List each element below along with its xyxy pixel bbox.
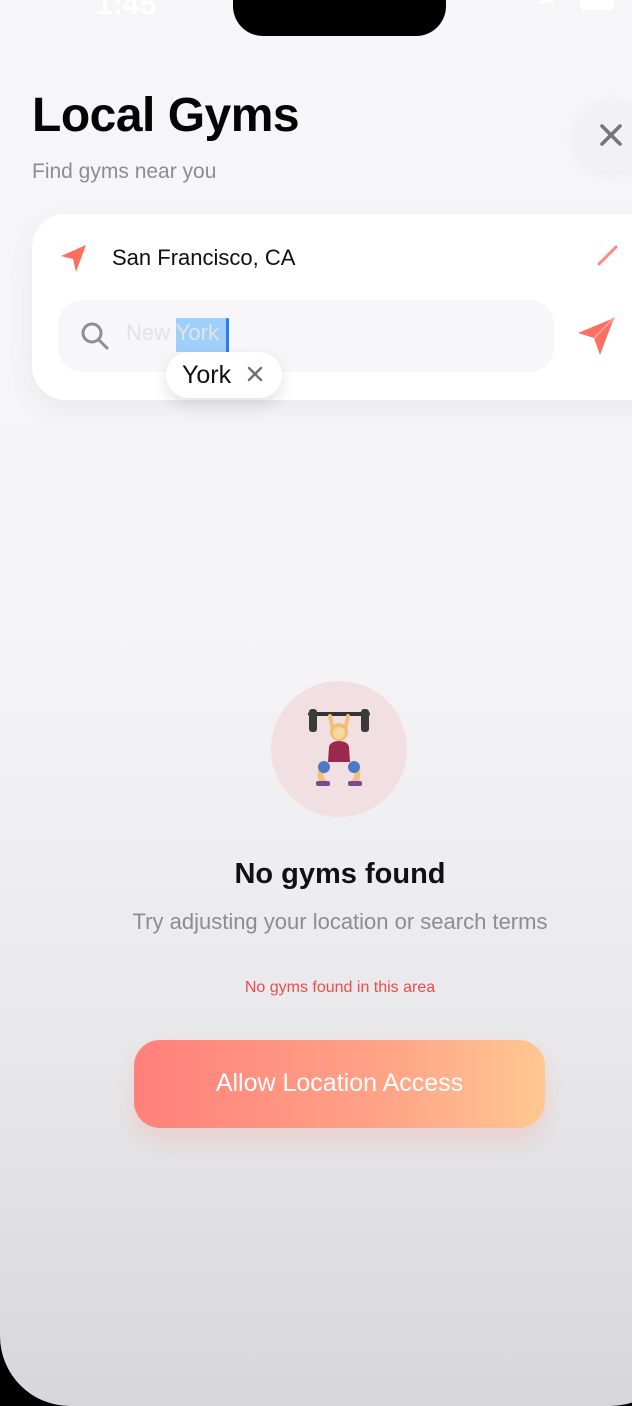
location-arrow-icon <box>61 245 86 272</box>
edit-location-icon[interactable] <box>596 245 618 267</box>
page-title: Local Gyms <box>32 89 300 142</box>
location-card: San Francisco, CA New York <box>32 214 632 400</box>
camera-notch <box>233 0 446 36</box>
send-location-icon[interactable] <box>575 315 617 357</box>
status-time: 1:45 <box>96 0 157 21</box>
battery-icon <box>580 0 614 10</box>
current-location-text: San Francisco, CA <box>112 245 296 270</box>
search-input-value: New York <box>126 320 219 345</box>
empty-state-subtitle: Try adjusting your location or search te… <box>132 909 548 934</box>
close-icon <box>600 124 622 146</box>
empty-state-illustration <box>271 681 407 817</box>
empty-state-title: No gyms found <box>234 858 446 890</box>
close-icon[interactable] <box>246 365 264 383</box>
weightlifter-icon <box>308 709 370 786</box>
autocorrect-suggestion-text: York <box>182 361 232 389</box>
page-subtitle: Find gyms near you <box>32 160 217 183</box>
search-input[interactable]: New York <box>58 300 554 372</box>
error-message: No gyms found in this area <box>244 979 436 996</box>
allow-location-button-label: Allow Location Access <box>215 1069 464 1097</box>
allow-location-button[interactable]: Allow Location Access <box>134 1040 545 1128</box>
text-cursor <box>226 318 229 354</box>
search-icon <box>81 322 109 350</box>
autocorrect-suggestion[interactable]: York <box>166 352 282 398</box>
wifi-icon <box>539 0 555 5</box>
app-screen: 1:45 Local Gyms Find gyms near you San F… <box>0 0 632 1406</box>
close-button[interactable] <box>574 98 632 172</box>
